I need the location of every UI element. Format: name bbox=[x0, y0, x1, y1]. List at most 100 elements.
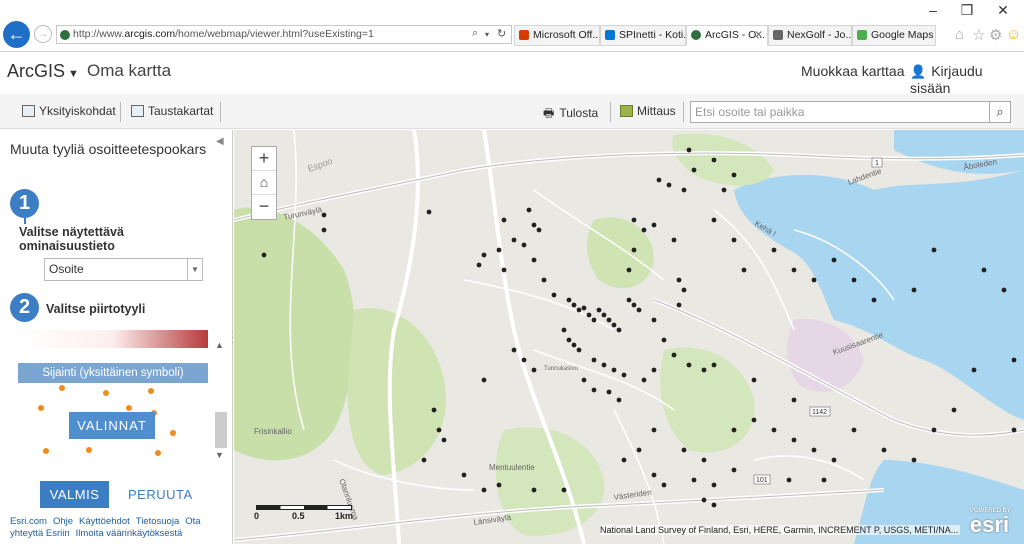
address-point-marker[interactable] bbox=[521, 357, 527, 363]
chevron-down-icon[interactable]: ▼ bbox=[215, 450, 224, 460]
address-point-marker[interactable] bbox=[566, 297, 572, 303]
zoom-out-button[interactable]: − bbox=[252, 195, 276, 219]
address-point-marker[interactable] bbox=[981, 267, 987, 273]
address-point-marker[interactable] bbox=[971, 367, 977, 373]
address-point-marker[interactable] bbox=[681, 287, 687, 293]
address-point-marker[interactable] bbox=[711, 362, 717, 368]
tab-google-maps[interactable]: Google Maps bbox=[852, 25, 936, 46]
address-point-marker[interactable] bbox=[701, 497, 707, 503]
address-point-marker[interactable] bbox=[651, 472, 657, 478]
address-point-marker[interactable] bbox=[671, 237, 677, 243]
address-point-marker[interactable] bbox=[641, 227, 647, 233]
address-point-marker[interactable] bbox=[611, 322, 617, 328]
address-point-marker[interactable] bbox=[661, 482, 667, 488]
address-point-marker[interactable] bbox=[611, 367, 617, 373]
tab-spinetti[interactable]: SPInetti - Koti... bbox=[600, 25, 686, 46]
search-icon[interactable]: ⌕ bbox=[472, 27, 478, 40]
address-point-marker[interactable] bbox=[431, 407, 437, 413]
help-link[interactable]: Ohje bbox=[53, 516, 73, 527]
address-point-marker[interactable] bbox=[261, 252, 267, 258]
address-point-marker[interactable] bbox=[421, 457, 427, 463]
address-point-marker[interactable] bbox=[586, 312, 592, 318]
address-point-marker[interactable] bbox=[931, 427, 937, 433]
address-point-marker[interactable] bbox=[561, 327, 567, 333]
minimize-button[interactable]: – bbox=[918, 2, 948, 18]
sign-in-link[interactable]: 👤 Kirjaudu sisään bbox=[910, 63, 1024, 96]
address-point-marker[interactable] bbox=[651, 317, 657, 323]
address-point-marker[interactable] bbox=[631, 247, 637, 253]
done-button[interactable]: VALMIS bbox=[40, 481, 109, 508]
basemaps-button[interactable]: Taustakartat bbox=[131, 104, 213, 118]
address-point-marker[interactable] bbox=[591, 357, 597, 363]
address-point-marker[interactable] bbox=[321, 227, 327, 233]
address-point-marker[interactable] bbox=[741, 267, 747, 273]
address-point-marker[interactable] bbox=[721, 187, 727, 193]
address-point-marker[interactable] bbox=[591, 317, 597, 323]
restore-button[interactable]: ❐ bbox=[952, 2, 982, 19]
measure-button[interactable]: Mittaus bbox=[620, 104, 676, 118]
tab-arcgis[interactable]: ArcGIS - O... ✕ bbox=[686, 25, 768, 46]
chevron-up-icon[interactable]: ▲ bbox=[215, 340, 224, 350]
address-point-marker[interactable] bbox=[531, 487, 537, 493]
address-point-marker[interactable] bbox=[791, 437, 797, 443]
address-point-marker[interactable] bbox=[496, 247, 502, 253]
address-point-marker[interactable] bbox=[791, 397, 797, 403]
address-point-marker[interactable] bbox=[481, 487, 487, 493]
address-point-marker[interactable] bbox=[551, 292, 557, 298]
address-point-marker[interactable] bbox=[601, 362, 607, 368]
address-point-marker[interactable] bbox=[561, 487, 567, 493]
address-point-marker[interactable] bbox=[651, 222, 657, 228]
address-point-marker[interactable] bbox=[626, 297, 632, 303]
privacy-link[interactable]: Tietosuoja bbox=[136, 516, 179, 527]
address-point-marker[interactable] bbox=[616, 327, 622, 333]
address-point-marker[interactable] bbox=[731, 237, 737, 243]
gallery-scrollbar[interactable]: ▲ ▼ bbox=[214, 330, 228, 465]
address-point-marker[interactable] bbox=[911, 287, 917, 293]
esri-logo[interactable]: POWERED BY esri bbox=[962, 507, 1017, 539]
esri-link[interactable]: Esri.com bbox=[10, 516, 47, 527]
address-point-marker[interactable] bbox=[501, 217, 507, 223]
address-point-marker[interactable] bbox=[651, 427, 657, 433]
address-point-marker[interactable] bbox=[691, 167, 697, 173]
address-point-marker[interactable] bbox=[631, 217, 637, 223]
address-point-marker[interactable] bbox=[441, 437, 447, 443]
address-point-marker[interactable] bbox=[566, 337, 572, 343]
refresh-icon[interactable]: ↻ bbox=[497, 27, 506, 40]
address-point-marker[interactable] bbox=[731, 427, 737, 433]
address-point-marker[interactable] bbox=[711, 217, 717, 223]
address-point-marker[interactable] bbox=[581, 305, 587, 311]
location-search-input[interactable]: Etsi osoite tai paikka bbox=[690, 101, 990, 123]
address-point-marker[interactable] bbox=[821, 477, 827, 483]
address-point-marker[interactable] bbox=[511, 347, 517, 353]
address-point-marker[interactable] bbox=[711, 502, 717, 508]
address-point-marker[interactable] bbox=[571, 302, 577, 308]
address-point-marker[interactable] bbox=[636, 307, 642, 313]
address-point-marker[interactable] bbox=[731, 172, 737, 178]
map-view[interactable]: Turunväylä Kehä I Espoo Kuusisaarentie L… bbox=[234, 130, 1024, 544]
address-point-marker[interactable] bbox=[606, 317, 612, 323]
address-point-marker[interactable] bbox=[656, 177, 662, 183]
address-point-marker[interactable] bbox=[911, 457, 917, 463]
address-point-marker[interactable] bbox=[636, 447, 642, 453]
cancel-button[interactable]: PERUUTA bbox=[128, 487, 193, 502]
address-point-marker[interactable] bbox=[701, 457, 707, 463]
report-abuse-link[interactable]: Ilmoita väärinkäytöksestä bbox=[76, 528, 183, 539]
address-point-marker[interactable] bbox=[931, 247, 937, 253]
address-point-marker[interactable] bbox=[621, 457, 627, 463]
search-icon[interactable]: ⌕ bbox=[989, 101, 1011, 123]
address-point-marker[interactable] bbox=[501, 267, 507, 273]
address-point-marker[interactable] bbox=[681, 187, 687, 193]
address-point-marker[interactable] bbox=[591, 387, 597, 393]
address-point-marker[interactable] bbox=[676, 302, 682, 308]
address-point-marker[interactable] bbox=[711, 157, 717, 163]
favorites-star-icon[interactable]: ☆ bbox=[972, 26, 985, 44]
location-single-symbol-option[interactable]: Sijainti (yksittäinen symboli) bbox=[18, 363, 208, 383]
address-point-marker[interactable] bbox=[676, 277, 682, 283]
tab-nexgolf[interactable]: NexGolf - Jo... bbox=[768, 25, 852, 46]
address-point-marker[interactable] bbox=[671, 352, 677, 358]
address-point-marker[interactable] bbox=[661, 337, 667, 343]
address-point-marker[interactable] bbox=[786, 477, 792, 483]
close-window-button[interactable]: ✕ bbox=[988, 2, 1018, 19]
address-point-marker[interactable] bbox=[811, 447, 817, 453]
address-point-marker[interactable] bbox=[641, 377, 647, 383]
